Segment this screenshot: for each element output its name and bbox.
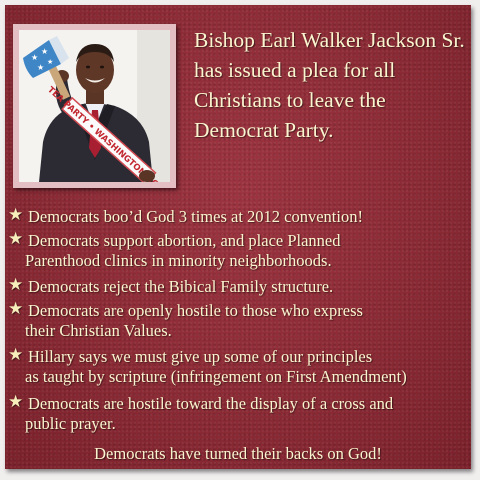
bullet-text: Democrats boo’d God 3 times at 2012 conv… [28, 207, 363, 226]
bullet-item: ★ Democrats are hostile toward the displ… [8, 392, 394, 433]
bullet-item: ★ Hillary says we must give up some of o… [8, 345, 407, 386]
bullet-item: ★ Democrats support abortion, and place … [8, 229, 341, 270]
bullet-item: ★ Democrats boo’d God 3 times at 2012 co… [8, 205, 363, 227]
bullet-text: Hillary says we must give up some of our… [28, 347, 373, 366]
star-icon: ★ [8, 275, 24, 295]
footer-tagline: Democrats have turned their backs on God… [94, 444, 382, 463]
bullet-text: public prayer. [25, 413, 116, 433]
bullet-text: Democrats are openly hostile to those wh… [28, 301, 363, 320]
star-icon: ★ [8, 299, 24, 319]
star-icon: ★ [8, 392, 24, 412]
bullet-item: ★ Democrats reject the Bibical Family st… [8, 275, 334, 297]
poster: ★ ★ ★ ★ TEA PARTY • WASHINGTON NOW! Bish… [5, 5, 471, 469]
bullet-text: Democrats support abortion, and place Pl… [28, 231, 341, 250]
bullet-text: Parenthood clinics in minority neighborh… [25, 250, 332, 270]
bullet-text: Democrats reject the Bibical Family stru… [28, 277, 334, 296]
star-icon: ★ [8, 345, 24, 365]
bullet-text: as taught by scripture (infringement on … [25, 366, 407, 386]
bullet-list: ★ Democrats boo’d God 3 times at 2012 co… [5, 5, 471, 469]
star-icon: ★ [8, 205, 24, 225]
bullet-text: Democrats are hostile toward the display… [28, 394, 394, 413]
bullet-text: their Christian Values. [25, 320, 172, 340]
bullet-item: ★ Democrats are openly hostile to those … [8, 299, 363, 340]
star-icon: ★ [8, 229, 24, 249]
